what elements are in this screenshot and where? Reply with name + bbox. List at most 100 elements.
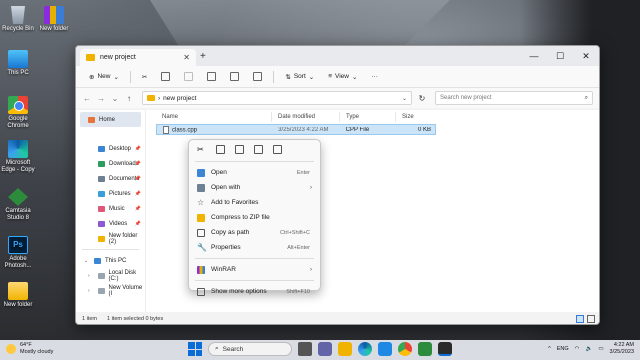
photoshop-icon: Ps [8, 236, 28, 254]
code-editor-icon[interactable] [438, 342, 452, 356]
more-options-button[interactable]: ··· [366, 69, 383, 85]
file-row[interactable]: class.cpp 3/25/2023 4:22 AM CPP File 0 K… [156, 124, 436, 135]
cut-button[interactable]: ✂ [137, 69, 152, 85]
address-history-chevron-icon[interactable]: ⌄ [402, 95, 407, 102]
cut-icon[interactable]: ✂ [197, 145, 206, 154]
share-icon[interactable] [254, 144, 263, 154]
nav-item-new-volume[interactable]: › New Volume (I [76, 283, 145, 298]
desktop-icon-recycle-bin[interactable]: Recycle Bin [0, 6, 36, 33]
nav-item-desktop[interactable]: Desktop 📌 [76, 141, 145, 156]
close-tab-icon[interactable]: ✕ [183, 53, 190, 62]
new-tab-button[interactable]: + [200, 51, 206, 62]
start-button[interactable] [188, 342, 202, 356]
nav-item-home[interactable]: Home [80, 112, 141, 127]
desktop-icon-photoshop[interactable]: Ps Adobe Photosh... [0, 236, 36, 270]
menu-item-add-favorites[interactable]: ☆ Add to Favorites [189, 195, 320, 210]
menu-item-open-with[interactable]: Open with › [189, 180, 320, 195]
toolbar-divider [129, 70, 131, 83]
language-indicator[interactable]: ENG [557, 346, 569, 352]
share-button[interactable] [225, 69, 244, 85]
nav-item-new-folder-2[interactable]: New folder (2) [76, 231, 145, 246]
desktop-icon-camtasia[interactable]: Camtasia Studio 8 [0, 188, 36, 222]
edge-icon[interactable] [358, 342, 372, 356]
wifi-icon[interactable]: ◠ [575, 346, 580, 352]
breadcrumb-current[interactable]: new project [163, 95, 196, 102]
nav-item-pictures[interactable]: Pictures 📌 [76, 186, 145, 201]
paste-button[interactable] [179, 69, 198, 85]
nav-item-this-pc[interactable]: ⌄ This PC [76, 253, 145, 268]
trash-icon[interactable] [273, 144, 282, 154]
forward-arrow-icon[interactable]: → [96, 94, 106, 103]
back-arrow-icon[interactable]: ← [82, 94, 92, 103]
search-input[interactable]: Search new project ⌕ [435, 91, 593, 105]
desktop-icon-label: New folder [3, 302, 33, 308]
pin-icon: 📌 [134, 160, 141, 167]
menu-item-compress-zip[interactable]: Compress to ZIP file [189, 210, 320, 225]
menu-item-label: Open with [211, 184, 241, 191]
minimize-button[interactable]: — [521, 46, 547, 66]
desktop-icon-label: Microsoft Edge - Copy [1, 160, 35, 173]
menu-item-open[interactable]: Open Enter [189, 165, 320, 180]
menu-item-copy-path[interactable]: Copy as path Ctrl+Shift+C [189, 225, 320, 240]
camtasia-icon[interactable] [418, 342, 432, 356]
nav-item-videos[interactable]: Videos 📌 [76, 216, 145, 231]
folder-icon [147, 95, 155, 101]
store-icon[interactable] [378, 342, 392, 356]
up-arrow-icon[interactable]: ↑ [124, 94, 134, 103]
refresh-icon[interactable]: ↻ [416, 94, 428, 103]
details-view-icon[interactable] [576, 315, 584, 323]
tiles-view-icon[interactable] [587, 315, 595, 323]
column-header-date[interactable]: Date modified [272, 112, 340, 122]
new-button[interactable]: ⊕ New ⌄ [84, 69, 124, 85]
nav-item-local-disk[interactable]: › Local Disk (C:) [76, 268, 145, 283]
rename-button[interactable] [202, 69, 221, 85]
nav-item-label: New Volume (I [108, 284, 143, 297]
delete-button[interactable] [248, 69, 267, 85]
chevron-right-icon: › [310, 266, 312, 273]
file-size: 0 KB [418, 126, 432, 133]
volume-icon[interactable]: 🔈 [585, 346, 592, 352]
camtasia-icon [8, 188, 28, 206]
rename-icon[interactable] [235, 144, 244, 154]
desktop-icon-this-pc[interactable]: This PC [0, 50, 36, 77]
nav-item-label: Videos [109, 220, 128, 227]
column-header-type[interactable]: Type [340, 112, 396, 122]
recent-chevron-icon[interactable]: ⌄ [110, 94, 120, 103]
taskbar-search[interactable]: ⌕ Search [208, 342, 292, 356]
expand-chevron-icon[interactable]: › [88, 273, 90, 279]
maximize-button[interactable]: ☐ [547, 46, 573, 66]
chrome-icon[interactable] [398, 342, 412, 356]
weather-widget[interactable]: 64°F Mostly cloudy [6, 342, 53, 356]
battery-icon[interactable]: ▭ [598, 346, 603, 352]
nav-item-downloads[interactable]: Downloads 📌 [76, 156, 145, 171]
nav-item-documents[interactable]: Documents 📌 [76, 171, 145, 186]
task-view-icon[interactable] [298, 342, 312, 356]
copy-button[interactable] [156, 69, 175, 85]
pin-icon: 📌 [134, 205, 141, 212]
expand-chevron-icon[interactable]: › [88, 288, 90, 294]
file-explorer-window: new project ✕ + — ☐ ✕ ⊕ New ⌄ ✂ ⇅ Sort ⌄… [75, 45, 600, 325]
file-explorer-icon[interactable] [338, 342, 352, 356]
column-header-size[interactable]: Size [396, 112, 436, 122]
menu-item-properties[interactable]: 🔧 Properties Alt+Enter [189, 240, 320, 255]
close-window-button[interactable]: ✕ [573, 46, 599, 66]
expand-chevron-icon[interactable]: ⌄ [84, 258, 88, 264]
clock[interactable]: 4:22 AM 3/25/2023 [610, 342, 634, 356]
tab-new-project[interactable]: new project ✕ [80, 49, 196, 66]
sort-button[interactable]: ⇅ Sort ⌄ [280, 69, 319, 85]
menu-item-winrar[interactable]: WinRAR › [189, 262, 320, 277]
view-button[interactable]: ≡ View ⌄ [323, 69, 362, 85]
desktop-icon-chrome[interactable]: Google Chrome [0, 96, 36, 130]
teams-icon[interactable] [318, 342, 332, 356]
desktop-icon-edge[interactable]: Microsoft Edge - Copy [0, 140, 36, 174]
tray-overflow-icon[interactable]: ^ [548, 346, 551, 352]
desktop-icon-new-folder-2[interactable]: New folder [0, 282, 36, 309]
column-header-name[interactable]: Name [156, 112, 272, 122]
desktop-icon-new-folder[interactable]: New folder [36, 6, 72, 33]
folder-icon [98, 235, 105, 242]
nav-item-music[interactable]: Music 📌 [76, 201, 145, 216]
address-bar[interactable]: › new project ⌄ [142, 91, 412, 105]
menu-item-show-more[interactable]: Show more options Shift+F10 [189, 284, 320, 299]
folder-icon [86, 54, 95, 61]
copy-icon[interactable] [216, 144, 225, 154]
